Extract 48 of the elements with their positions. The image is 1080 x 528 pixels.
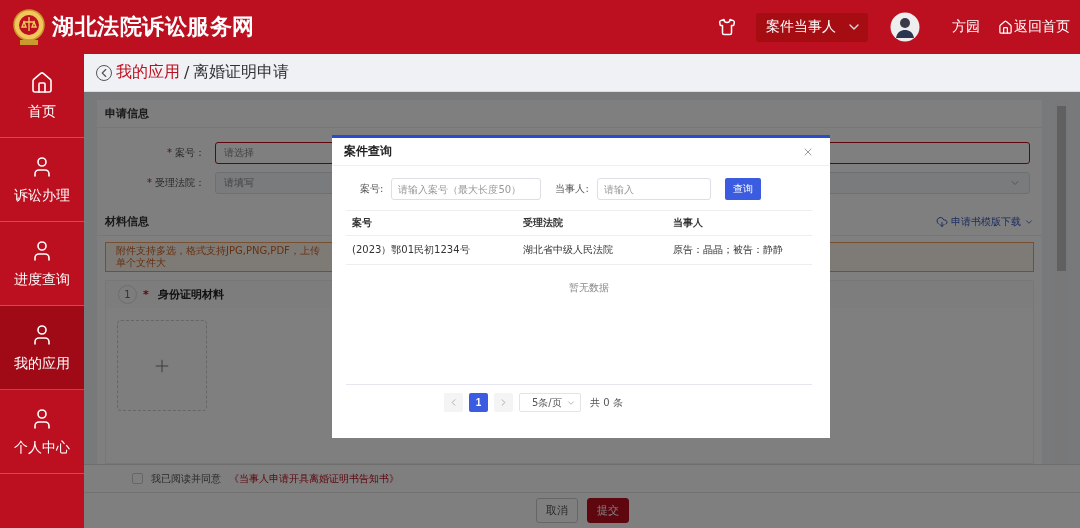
column-header: 受理法院 [523,216,564,230]
agree-label: 我已阅读并同意 [151,471,221,486]
table-cell-text: 原告：晶晶；被告：静静 [673,243,784,257]
breadcrumb-current: 离婚证明申请 [193,62,290,83]
required-mark: * [147,177,152,188]
empty-text: 暂无数据 [569,281,609,295]
court-emblem-logo [12,8,46,46]
required-mark: * [167,147,172,158]
field-label: 受理法院： [155,177,205,188]
page-size-select[interactable]: 5条/页 [519,393,581,412]
sidebar-item[interactable]: 我的应用 [0,306,84,390]
home-link[interactable]: 返回首页 [998,18,1070,36]
submit-button[interactable]: 提交 [587,498,629,523]
notice-link[interactable]: 《当事人申请开具离婚证明书告知书》 [229,471,399,486]
field-label: 案号： [175,147,205,158]
upload-area[interactable] [117,320,207,411]
cloud-download-icon [936,215,948,228]
next-page-button[interactable] [494,393,513,412]
table-cell-text: (2023）鄂01民初1234号 [352,243,471,257]
page-button[interactable]: 1 [469,393,488,412]
required-mark: * [143,288,149,301]
filter-input[interactable]: 请输入 [596,178,711,200]
prev-page-button[interactable] [444,393,463,412]
shirt-icon[interactable] [718,18,736,36]
role-select[interactable]: 案件当事人 [756,12,868,42]
section-title: 材料信息 [105,214,149,229]
column-header: 当事人 [673,216,704,230]
home-icon [998,19,1013,35]
section-title: 申请信息 [105,106,149,121]
template-download-link[interactable]: 申请书模版下载 [936,214,1034,229]
filter-label: 当事人: [555,182,589,196]
material-title: 身份证明材料 [157,287,224,302]
user-name[interactable]: 方园 [952,18,980,36]
table-cell-text: 湖北省中级人民法院 [523,243,614,257]
filter-input[interactable]: 请输入案号（最大长度50） [391,178,542,200]
user-avatar[interactable] [890,12,920,42]
breadcrumb-link[interactable]: 我的应用 [116,62,180,83]
breadcrumb-separator: / [184,63,190,82]
search-button[interactable]: 查询 [724,178,761,200]
filter-label: 案号: [360,182,384,196]
site-title: 湖北法院诉讼服务网 [52,13,255,41]
home-icon [30,70,54,95]
dialog-title: 案件查询 [344,143,392,160]
upload-notice: 附件支持多选，格式支持JPG,PNG,PDF，上传单个文件大 [116,245,321,269]
column-header: 案号 [352,216,373,230]
cancel-button[interactable]: 取消 [536,498,578,523]
agree-checkbox[interactable] [132,473,143,484]
total-count: 共 0 条 [590,395,623,410]
